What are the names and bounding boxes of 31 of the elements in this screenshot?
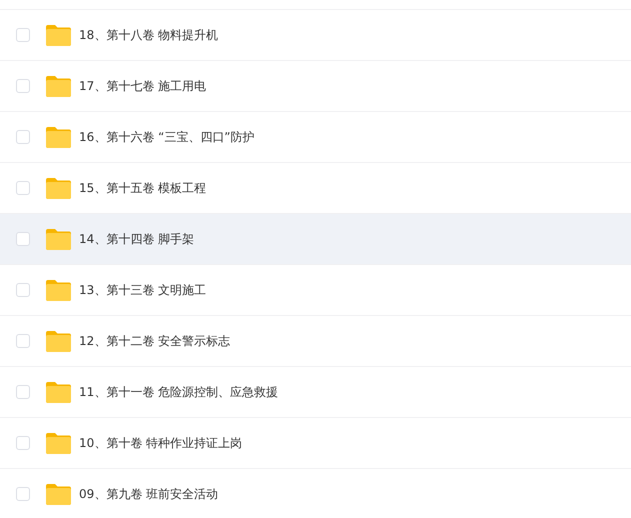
folder-name: 09、第九卷 班前安全活动 [79, 486, 218, 502]
checkbox[interactable] [16, 232, 30, 246]
folder-name: 13、第十三卷 文明施工 [79, 282, 206, 298]
folder-icon [46, 228, 71, 250]
checkbox[interactable] [16, 334, 30, 348]
folder-name: 16、第十六卷 “三宝、四口”防护 [79, 128, 255, 146]
folder-name: 15、第十五卷 模板工程 [79, 180, 206, 196]
folder-icon [46, 432, 71, 454]
folder-name: 10、第十卷 特种作业持证上岗 [79, 434, 242, 452]
folder-icon [46, 484, 71, 504]
checkbox[interactable] [16, 385, 30, 399]
checkbox[interactable] [16, 130, 30, 144]
folder-icon [46, 24, 71, 46]
folder-icon [46, 178, 71, 198]
folder-icon [46, 382, 71, 402]
checkbox[interactable] [16, 181, 30, 195]
folder-icon [46, 76, 71, 96]
checkbox[interactable] [16, 283, 30, 297]
file-row[interactable]: 14、第十四卷 脚手架 [0, 213, 631, 264]
folder-name: 12、第十二卷 安全警示标志 [79, 332, 230, 350]
folder-name: 11、第十一卷 危险源控制、应急救援 [79, 384, 278, 400]
folder-name: 17、第十七卷 施工用电 [79, 78, 206, 94]
checkbox[interactable] [16, 487, 30, 501]
checkbox[interactable] [16, 28, 30, 42]
folder-icon [46, 330, 71, 352]
folder-name: 18、第十八卷 物料提升机 [79, 26, 218, 44]
folder-icon [46, 280, 71, 300]
folder-icon [46, 126, 71, 148]
checkbox[interactable] [16, 79, 30, 93]
folder-name: 14、第十四卷 脚手架 [79, 230, 194, 248]
checkbox[interactable] [16, 436, 30, 450]
